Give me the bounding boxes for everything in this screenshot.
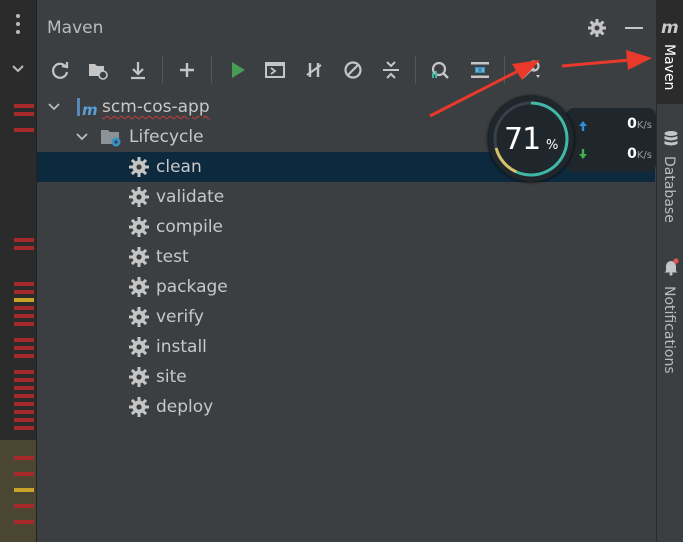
upload-speed-unit: K/s xyxy=(636,120,652,131)
toolbar-separator xyxy=(162,56,163,84)
tree-node-label: Lifecycle xyxy=(129,127,204,147)
goal-label: clean xyxy=(156,157,202,177)
stripe-label-database[interactable]: Database xyxy=(661,156,677,223)
expand-arrow-icon[interactable] xyxy=(47,100,61,114)
error-stripe-marks xyxy=(14,0,36,542)
right-tool-stripe: m Maven Database Notifications xyxy=(656,0,683,542)
add-maven-project-icon[interactable] xyxy=(86,58,110,82)
gauge-percent-symbol: % xyxy=(546,138,559,153)
gear-icon xyxy=(129,247,149,267)
memory-usage-gauge[interactable]: 71 % xyxy=(488,96,574,182)
toolbar-separator xyxy=(211,56,212,84)
tool-window-title: Maven xyxy=(47,18,104,38)
lifecycle-goal-compile[interactable]: compile xyxy=(37,212,655,242)
upload-arrow-icon xyxy=(579,121,587,131)
stripe-button-maven[interactable]: m Maven xyxy=(657,0,683,104)
run-icon[interactable] xyxy=(226,58,250,82)
goal-label: compile xyxy=(156,217,224,237)
gear-icon xyxy=(129,337,149,357)
goal-label: install xyxy=(156,337,207,357)
tree-node-label: scm-cos-app xyxy=(102,97,210,117)
toolbar-separator xyxy=(504,56,505,84)
download-arrow-icon xyxy=(579,149,587,159)
stripe-label-maven: Maven xyxy=(661,44,677,91)
lifecycle-goal-package[interactable]: package xyxy=(37,272,655,302)
download-speed-unit: K/s xyxy=(636,150,652,161)
gear-icon[interactable] xyxy=(587,18,607,38)
download-speed-value: 0 xyxy=(627,146,637,162)
gear-icon xyxy=(129,157,149,177)
collapse-all-icon[interactable] xyxy=(379,58,403,82)
lifecycle-goal-install[interactable]: install xyxy=(37,332,655,362)
goal-label: verify xyxy=(156,307,204,327)
settings-wrench-icon[interactable] xyxy=(518,58,542,82)
network-speed-panel: 0K/s 0K/s xyxy=(566,108,656,172)
minimize-icon[interactable] xyxy=(625,27,643,29)
maven-project-icon: m xyxy=(77,98,97,118)
upload-speed: 0K/s xyxy=(627,116,652,132)
skip-tests-icon[interactable] xyxy=(341,58,365,82)
goal-label: deploy xyxy=(156,397,214,417)
stripe-label-notifications[interactable]: Notifications xyxy=(661,286,677,374)
maven-logo-icon: m xyxy=(661,18,679,38)
notification-bell-icon[interactable] xyxy=(663,258,679,276)
goal-label: package xyxy=(156,277,228,297)
lifecycle-goal-verify[interactable]: verify xyxy=(37,302,655,332)
gear-icon xyxy=(129,277,149,297)
gear-icon xyxy=(129,217,149,237)
download-icon[interactable] xyxy=(126,58,150,82)
svg-text:m: m xyxy=(82,101,97,118)
tool-window-header: Maven xyxy=(37,0,655,52)
goal-label: validate xyxy=(156,187,225,207)
maven-toolbar xyxy=(37,52,655,88)
gear-icon xyxy=(129,397,149,417)
lifecycle-goal-validate[interactable]: validate xyxy=(37,182,655,212)
show-diagram-icon[interactable] xyxy=(468,58,492,82)
lifecycle-goal-site[interactable]: site xyxy=(37,362,655,392)
goal-label: site xyxy=(156,367,187,387)
gear-icon xyxy=(129,187,149,207)
toolbar-separator xyxy=(415,56,416,84)
gauge-percent: 71 xyxy=(504,122,541,157)
analyze-dependencies-icon[interactable] xyxy=(428,58,452,82)
upload-speed-value: 0 xyxy=(627,116,637,132)
execute-goal-icon[interactable] xyxy=(263,58,287,82)
toggle-offline-icon[interactable] xyxy=(302,58,326,82)
download-speed: 0K/s xyxy=(627,146,652,162)
lifecycle-folder-icon xyxy=(101,130,121,147)
add-icon[interactable] xyxy=(175,58,199,82)
lifecycle-goal-deploy[interactable]: deploy xyxy=(37,392,655,422)
goal-label: test xyxy=(156,247,189,267)
expand-arrow-icon[interactable] xyxy=(75,130,89,144)
editor-gutter xyxy=(0,0,37,542)
lifecycle-goal-test[interactable]: test xyxy=(37,242,655,272)
gear-icon xyxy=(129,367,149,387)
reload-icon[interactable] xyxy=(48,58,72,82)
database-icon[interactable] xyxy=(663,130,679,148)
gear-icon xyxy=(129,307,149,327)
maven-tool-window: Maven m scm-cos-app Lifecycle clean vali… xyxy=(37,0,655,542)
